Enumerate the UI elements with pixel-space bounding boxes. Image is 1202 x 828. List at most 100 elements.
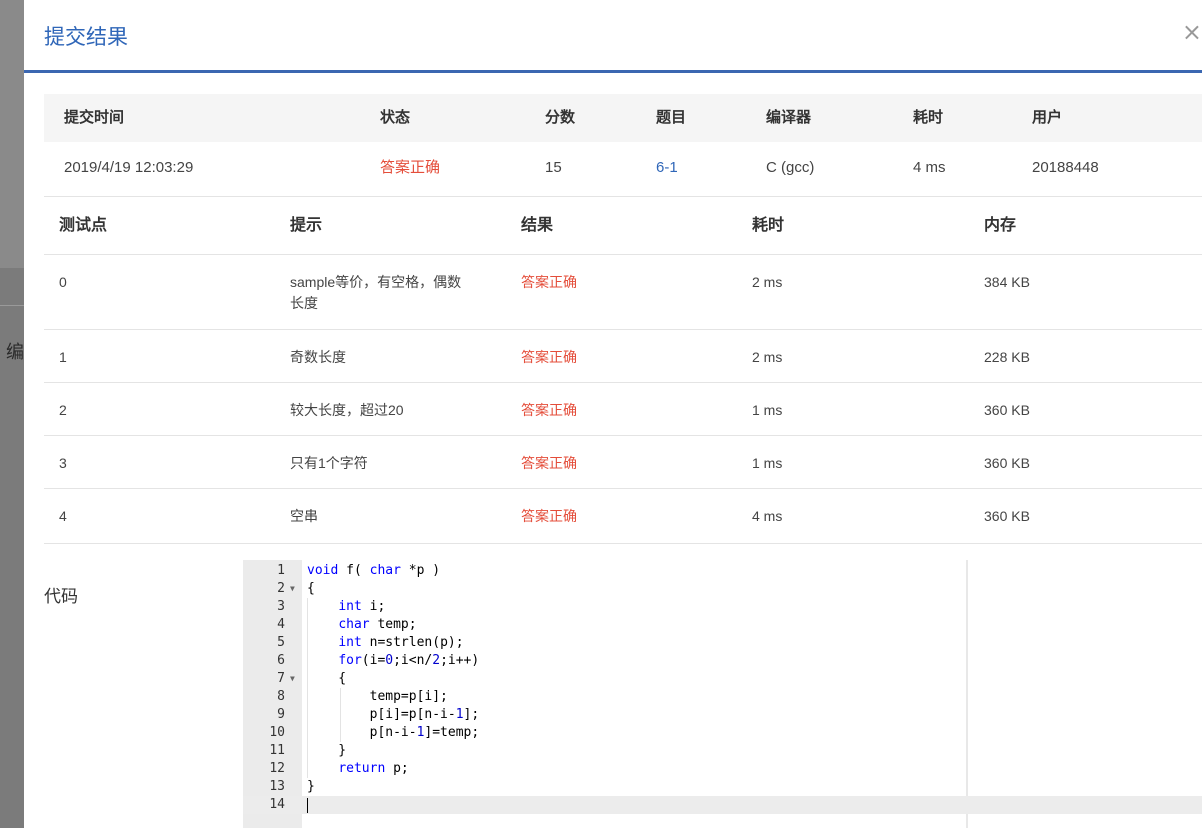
summary-row: 2019/4/19 12:03:29 答案正确 15 6-1 C (gcc) 4… [44, 142, 1202, 197]
test-time: 4 ms [752, 508, 783, 524]
line-number: 8 [277, 689, 285, 704]
test-id: 2 [59, 402, 67, 418]
score: 15 [545, 159, 562, 176]
code-line[interactable]: 11 } [243, 742, 1202, 760]
code-line[interactable]: 4 char temp; [243, 616, 1202, 634]
problem-link[interactable]: 6-1 [656, 142, 678, 194]
indent-guide [339, 688, 341, 742]
code-line[interactable]: 14 [243, 796, 1202, 814]
test-hint-line: 长度 [290, 295, 318, 311]
header-user: 用户 [1032, 109, 1063, 126]
test-memory: 384 KB [984, 274, 1030, 290]
user-id: 20188448 [1032, 159, 1099, 176]
test-hint: sample等价，有空格，偶数 长度 [290, 272, 461, 314]
line-number: 5 [277, 635, 285, 650]
keyword: for [338, 653, 362, 668]
line-number: 4 [277, 617, 285, 632]
backdrop-panel [0, 0, 24, 268]
code-text: for(i=0;i<n/2;i++) [338, 653, 480, 668]
dialog-title: 提交结果 [44, 25, 128, 49]
test-time: 1 ms [752, 402, 783, 418]
number-literal: 2 [432, 653, 441, 668]
code-line[interactable]: 9 p[i]=p[n-i-1]; [243, 706, 1202, 724]
header-time: 耗时 [752, 217, 785, 234]
code-text: void f( char *p ) [307, 563, 441, 578]
number-literal: 1 [416, 725, 425, 740]
line-number: 7 [277, 671, 285, 686]
test-memory: 360 KB [984, 508, 1030, 524]
test-id: 3 [59, 455, 67, 471]
backdrop-partial-label: 编 [6, 342, 24, 363]
line-number: 3 [277, 599, 285, 614]
page-backdrop: 编 [0, 0, 24, 828]
test-id: 0 [59, 274, 67, 290]
fold-toggle-icon[interactable]: ▼ [290, 670, 295, 688]
header-status: 状态 [380, 109, 411, 126]
table-row: 3 只有1个字符 答案正确 1 ms 360 KB [44, 436, 1202, 489]
submit-time: 2019/4/19 12:03:29 [64, 159, 194, 176]
header-result: 结果 [521, 217, 554, 234]
code-text: { [307, 671, 347, 686]
test-memory: 228 KB [984, 349, 1030, 365]
keyword: char [369, 563, 401, 578]
line-number: 12 [269, 761, 285, 776]
code-text: return p; [338, 761, 409, 776]
code-line[interactable]: 6 for(i=0;i<n/2;i++) [243, 652, 1202, 670]
header-problem: 题目 [656, 109, 687, 126]
summary-header-row: 提交时间 状态 分数 题目 编译器 耗时 用户 [44, 94, 1202, 142]
code-label: 代码 [44, 587, 78, 607]
code-line[interactable]: 3 int i; [243, 598, 1202, 616]
fold-toggle-icon[interactable]: ▼ [290, 580, 295, 598]
code-line[interactable]: 5 int n=strlen(p); [243, 634, 1202, 652]
text-cursor [307, 798, 308, 813]
number-literal: 1 [455, 707, 464, 722]
compiler: C (gcc) [766, 159, 815, 176]
code-line[interactable]: 7 ▼ { [243, 670, 1202, 688]
code-text: } [307, 743, 347, 758]
code-editor[interactable]: 1 void f( char *p ) 2 ▼{3 int i; 4 char temp… [243, 560, 1202, 828]
test-time: 1 ms [752, 455, 783, 471]
test-hint-line: sample等价，有空格，偶数 [290, 274, 462, 290]
code-text: p[n-i-1]=temp; [307, 725, 480, 740]
test-memory: 360 KB [984, 402, 1030, 418]
code-text: p[i]=p[n-i-1]; [307, 707, 480, 722]
backdrop-divider [0, 305, 24, 306]
line-number: 13 [269, 779, 285, 794]
test-hint: 空串 [290, 508, 318, 524]
keyword: return [338, 761, 386, 776]
test-hint: 只有1个字符 [290, 455, 368, 471]
number-literal: 0 [385, 653, 394, 668]
keyword: int [338, 599, 362, 614]
submission-summary-table: 提交时间 状态 分数 题目 编译器 耗时 用户 2019/4/19 12:03:… [44, 94, 1202, 197]
test-memory: 360 KB [984, 455, 1030, 471]
code-text: { [307, 581, 315, 596]
table-row: 4 空串 答案正确 4 ms 360 KB [44, 489, 1202, 544]
code-line[interactable]: 13} [243, 778, 1202, 796]
code-line[interactable]: 8 temp=p[i]; [243, 688, 1202, 706]
test-id: 4 [59, 508, 67, 524]
test-result: 答案正确 [521, 274, 577, 290]
duration: 4 ms [913, 159, 946, 176]
test-result: 答案正确 [521, 402, 577, 418]
code-text: temp=p[i]; [307, 689, 448, 704]
test-result: 答案正确 [521, 508, 577, 524]
dialog-header: 提交结果 × [24, 0, 1202, 73]
line-number: 10 [269, 725, 285, 740]
table-row: 0 sample等价，有空格，偶数 长度 答案正确 2 ms 384 KB [44, 255, 1202, 330]
line-number: 6 [277, 653, 285, 668]
header-duration: 耗时 [913, 109, 944, 126]
code-text: char temp; [338, 617, 417, 632]
header-memory: 内存 [984, 217, 1017, 234]
test-id: 1 [59, 349, 67, 365]
test-hint: 奇数长度 [290, 349, 346, 365]
table-row: 2 较大长度，超过20 答案正确 1 ms 360 KB [44, 383, 1202, 436]
close-icon[interactable]: × [1182, 18, 1202, 46]
code-line[interactable]: 1 void f( char *p ) [243, 562, 1202, 580]
tests-header-row: 测试点 提示 结果 耗时 内存 [44, 197, 1202, 255]
code-line[interactable]: 12 return p; [243, 760, 1202, 778]
keyword: void [307, 563, 339, 578]
code-line[interactable]: 10 p[n-i-1]=temp; [243, 724, 1202, 742]
keyword: char [338, 617, 370, 632]
indent-guide [307, 598, 308, 778]
code-line[interactable]: 2 ▼ { [243, 580, 1202, 598]
